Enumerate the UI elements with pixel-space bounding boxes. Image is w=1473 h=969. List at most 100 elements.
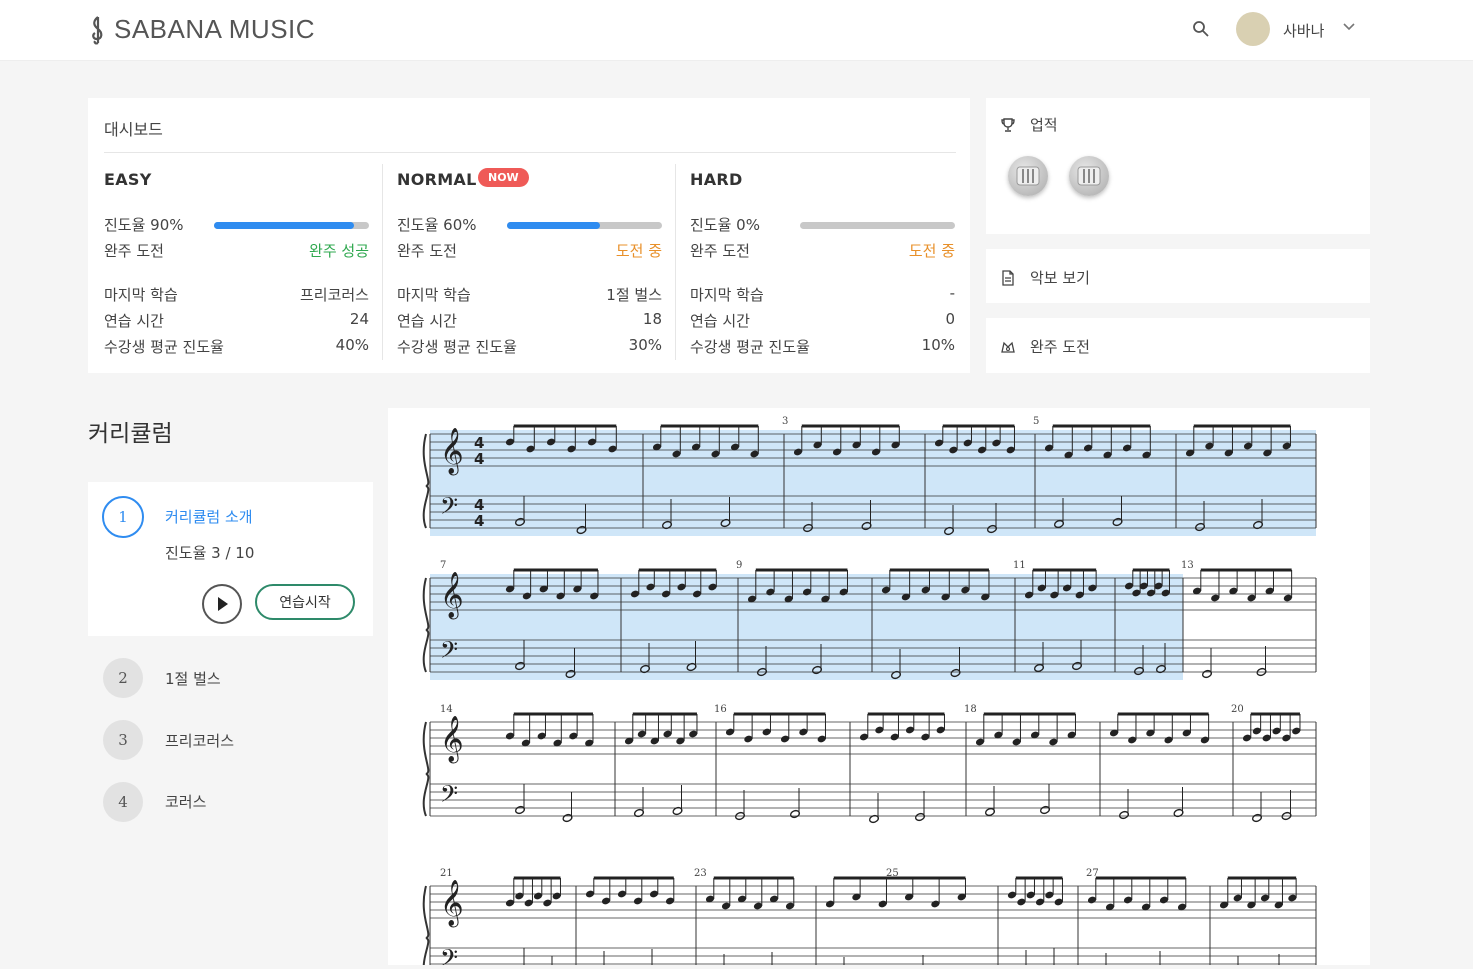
last-lesson-label: 마지막 학습: [104, 286, 178, 304]
challenge-label: 완주 도전: [1030, 338, 1090, 356]
brace-icon: [422, 577, 430, 673]
last-lesson-value: 1절 벌스: [606, 286, 662, 304]
measure-number: 9: [736, 560, 742, 571]
last-lesson-value: 프리코러스: [299, 286, 369, 304]
start-practice-button[interactable]: 연습시작: [255, 584, 355, 620]
treble-clef-icon: 𝄞: [440, 716, 464, 764]
progress-label: 진도율 90%: [104, 216, 184, 234]
last-lesson-value: -: [949, 284, 955, 302]
dashboard-card: 대시보드 EASY 진도율 90% 완주 도전 완주 성공 마지막 학습 프리코러스…: [88, 98, 970, 373]
last-lesson-row: 마지막 학습 프리코러스: [104, 284, 369, 305]
bass-clef-icon: 𝄢: [440, 780, 458, 813]
avg-progress-row: 수강생 평균 진도율 10%: [690, 336, 955, 357]
play-button[interactable]: [202, 584, 242, 624]
practice-time-row: 연습 시간 0: [690, 310, 955, 331]
treble-clef-icon: 𝄞: [440, 572, 464, 620]
lesson-title[interactable]: 코러스: [165, 791, 206, 812]
challenge-status: 완주 성공: [309, 242, 369, 260]
time-signature: 4: [474, 512, 484, 530]
measure-number: 20: [1231, 704, 1244, 715]
practice-time-row: 연습 시간 24: [104, 310, 369, 331]
view-sheet-button[interactable]: 악보 보기: [986, 249, 1370, 303]
sheet-music-panel: 𝄞 𝄢 4 4 4 4 3 5 𝄞 𝄢 7 9 11 13 𝄞 𝄢 14 16 18 20 𝄞 𝄢 21 23 25 27: [388, 408, 1370, 969]
lesson-number: 1: [102, 496, 144, 538]
sheet-music: 𝄞𝄢44443 5𝄞𝄢7 9 11 13𝄞𝄢14 16 18 20𝄞𝄢21 23 25 27: [422, 416, 1317, 969]
achievements-header: 업적: [1000, 114, 1058, 135]
chevron-down-icon[interactable]: [1342, 20, 1356, 34]
last-lesson-row: 마지막 학습 1절 벌스: [397, 284, 662, 305]
measure-number: 3: [782, 416, 788, 427]
brace-icon: [422, 885, 430, 969]
column-divider: [382, 164, 383, 360]
piano-badge-icon[interactable]: [1069, 156, 1109, 196]
now-badge: NOW: [478, 168, 529, 187]
brace-icon: [422, 433, 430, 529]
challenge-status: 도전 중: [615, 242, 662, 260]
progress-label: 진도율 0%: [690, 216, 760, 234]
bass-clef-icon: 𝄢: [440, 492, 458, 525]
measure-number: 7: [440, 560, 446, 571]
last-lesson-row: 마지막 학습 -: [690, 284, 955, 305]
achievements-card: 업적: [986, 98, 1370, 234]
piano-badge-icon[interactable]: [1008, 156, 1048, 196]
practice-time-label: 연습 시간: [397, 312, 457, 330]
progress-bar: [507, 222, 662, 229]
treble-clef-icon: 𝄞: [440, 428, 464, 476]
measure-number: 11: [1013, 560, 1026, 571]
brace-icon: [422, 721, 430, 817]
curriculum-title: 커리큘럼: [88, 421, 173, 447]
challenge-label: 완주 도전: [104, 242, 164, 260]
measure-number: 5: [1033, 416, 1039, 427]
medal-icon: [1001, 341, 1015, 353]
column-divider: [675, 164, 676, 360]
level-column-normal: NORMAL NOW 진도율 60% 완주 도전 도전 중 마지막 학습 1절 벌스…: [397, 168, 662, 358]
level-column-easy: EASY 진도율 90% 완주 도전 완주 성공 마지막 학습 프리코러스 연습 시…: [104, 168, 369, 358]
practice-time-row: 연습 시간 18: [397, 310, 662, 331]
challenge-row: 완주 도전 도전 중: [690, 240, 955, 261]
top-navigation-bar: SABANA MUSIC 사바나: [0, 0, 1473, 61]
level-name: HARD: [690, 170, 743, 189]
treble-clef-icon: 𝄞: [440, 880, 464, 928]
avg-progress-value: 40%: [335, 336, 369, 354]
measure-number: 18: [964, 704, 977, 715]
trophy-icon: [1001, 117, 1015, 132]
treble-clef-icon: [92, 15, 103, 44]
document-icon: [1002, 269, 1014, 286]
view-sheet-row: 악보 보기: [1000, 267, 1090, 288]
lesson-number: 4: [103, 782, 143, 822]
dashboard-title: 대시보드: [104, 120, 163, 139]
level-name: EASY: [104, 170, 152, 189]
achievements-title: 업적: [1030, 116, 1058, 134]
practice-time-label: 연습 시간: [104, 312, 164, 330]
bass-clef-icon: 𝄢: [440, 944, 458, 965]
logo[interactable]: SABANA MUSIC: [88, 14, 315, 45]
challenge-status: 도전 중: [908, 242, 955, 260]
avg-progress-label: 수강생 평균 진도율: [690, 338, 810, 356]
view-sheet-label: 악보 보기: [1030, 269, 1090, 287]
lesson-number: 2: [103, 658, 143, 698]
challenge-button[interactable]: 완주 도전: [986, 318, 1370, 373]
challenge-row: 완주 도전 도전 중: [397, 240, 662, 261]
username[interactable]: 사바나: [1283, 20, 1324, 41]
lesson-title[interactable]: 프리코러스: [165, 730, 234, 751]
lesson-title[interactable]: 1절 벌스: [165, 668, 221, 689]
level-column-hard: HARD 진도율 0% 완주 도전 도전 중 마지막 학습 - 연습 시간 0 수강생…: [690, 168, 955, 358]
level-name: NORMAL: [397, 170, 477, 189]
progress-label: 진도율 60%: [397, 216, 477, 234]
progress-bar-fill: [214, 222, 354, 229]
bass-clef-icon: 𝄢: [440, 636, 458, 669]
lesson-progress: 진도율 3 / 10: [165, 544, 255, 562]
avg-progress-value: 10%: [921, 336, 955, 354]
practice-time-value: 0: [945, 310, 955, 328]
avg-progress-row: 수강생 평균 진도율 30%: [397, 336, 662, 357]
active-lesson-card: 1 커리큘럼 소개 진도율 3 / 10 연습시작: [88, 482, 373, 636]
progress-bar: [800, 222, 955, 229]
measure-number: 23: [694, 868, 707, 879]
search-icon[interactable]: [1192, 20, 1210, 38]
measure-number: 16: [714, 704, 727, 715]
practice-time-value: 18: [642, 310, 662, 328]
lesson-number: 3: [103, 720, 143, 760]
avg-progress-row: 수강생 평균 진도율 40%: [104, 336, 369, 357]
lesson-title[interactable]: 커리큘럼 소개: [165, 506, 253, 527]
user-avatar[interactable]: [1236, 12, 1270, 46]
